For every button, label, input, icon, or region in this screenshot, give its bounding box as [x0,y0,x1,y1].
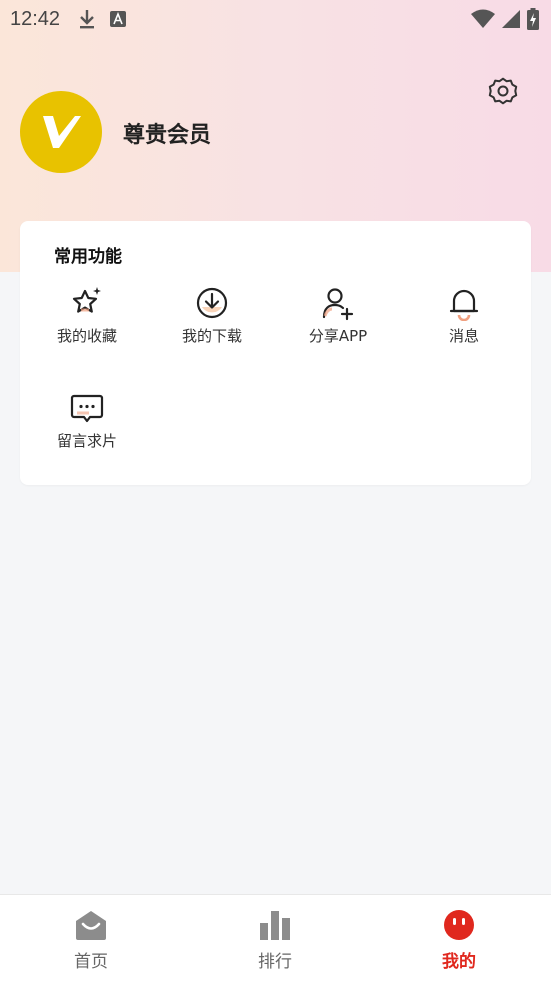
wifi-icon [471,9,495,28]
feature-request-film[interactable]: 留言求片 [32,388,142,451]
username: 尊贵会员 [123,123,212,148]
add-user-icon [322,288,354,321]
feature-label: 消息 [448,327,479,345]
tab-label: 排行 [258,952,292,972]
status-bar: 12:42 [0,0,551,38]
feature-downloads[interactable]: 我的下载 [157,283,267,346]
bell-icon [449,289,479,321]
status-time: 12:42 [10,7,61,30]
gear-icon [488,77,518,105]
feature-label: 分享APP [308,327,368,345]
tab-label: 首页 [74,952,108,972]
tab-ranking[interactable]: 排行 [215,895,335,972]
download-icon [80,10,95,29]
features-title: 常用功能 [54,247,122,267]
settings-button[interactable] [488,76,518,106]
tab-label: 我的 [442,952,476,972]
feature-share-app[interactable]: 分享APP [283,283,393,346]
feature-messages[interactable]: 消息 [409,283,519,346]
home-icon [76,911,106,940]
vip-logo-icon [43,116,81,148]
profile-face-icon [444,910,474,940]
bottom-tab-bar: 首页 排行 我的 [0,894,551,981]
feature-label: 留言求片 [56,432,117,450]
avatar[interactable] [20,91,102,173]
battery-charging-icon [527,8,539,30]
star-sparkle-icon [72,287,101,313]
feature-label: 我的下载 [181,327,242,345]
chat-bubble-icon [70,394,104,423]
signal-icon [502,10,520,28]
features-card: 常用功能 我的收藏 我的下载 分享APP 消息 留言求片 [20,221,531,485]
tab-mine[interactable]: 我的 [399,895,519,972]
download-circle-icon [196,287,228,319]
feature-label: 我的收藏 [56,327,117,345]
feature-favorites[interactable]: 我的收藏 [32,283,142,346]
tab-home[interactable]: 首页 [31,895,151,972]
font-a-icon [110,11,127,27]
bar-chart-icon [260,911,290,940]
